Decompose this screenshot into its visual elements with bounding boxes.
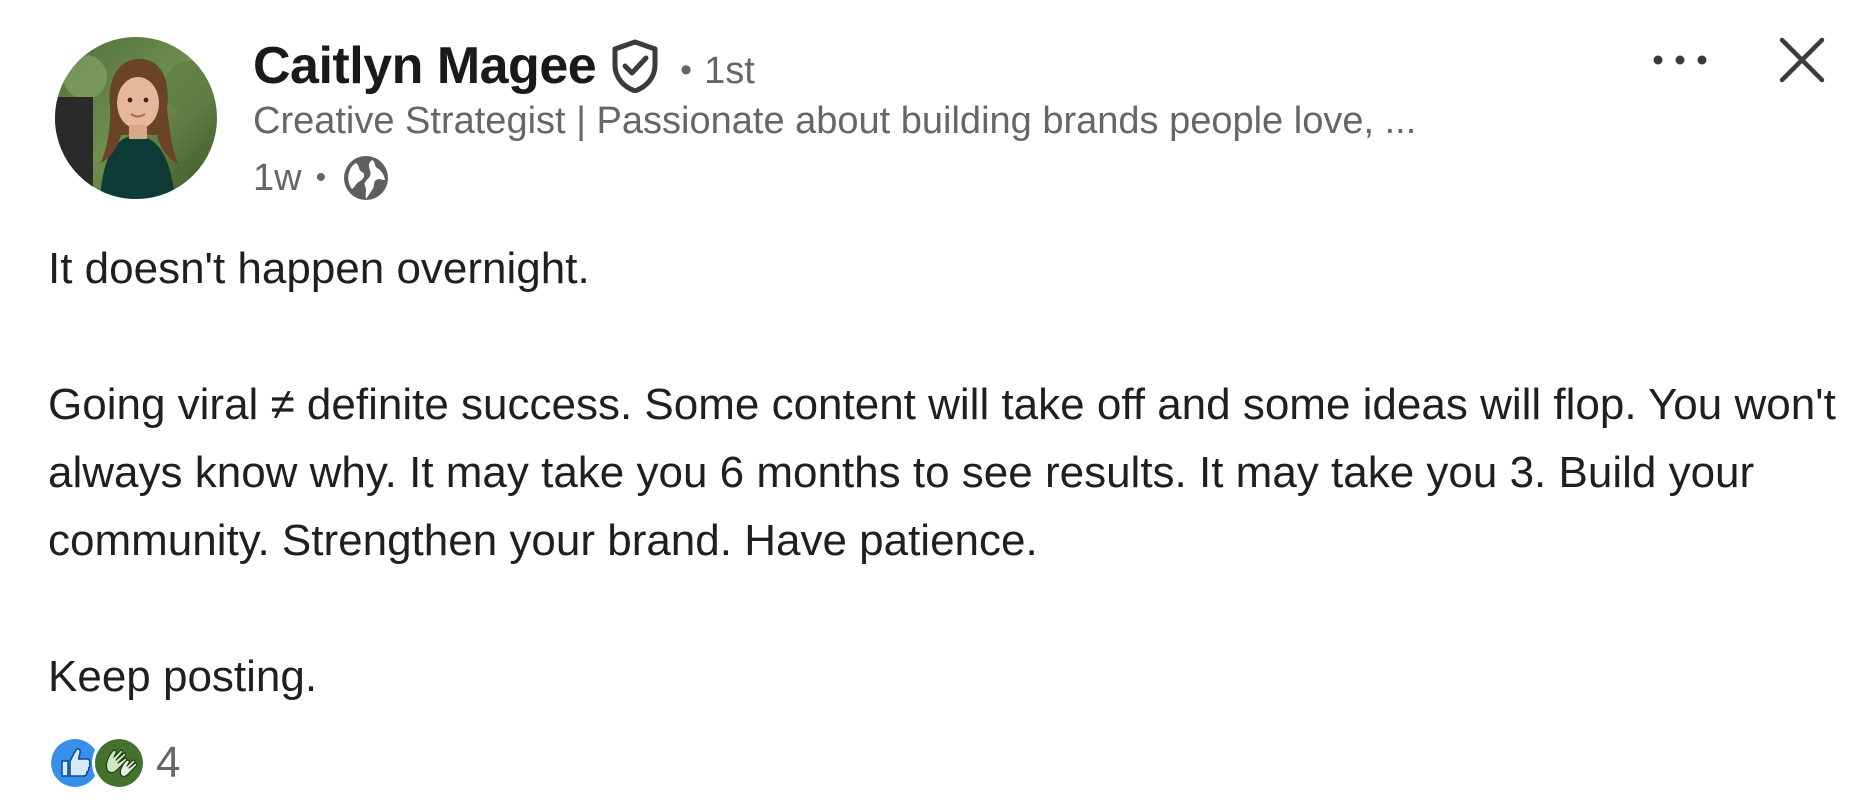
more-options-button[interactable] — [1645, 36, 1715, 84]
feed-post: Caitlyn Magee • 1st Creative Strategist … — [0, 0, 1860, 806]
author-name[interactable]: Caitlyn Magee — [253, 36, 597, 96]
profile-photo — [55, 37, 217, 199]
post-meta: 1w • — [253, 153, 390, 203]
reactions-summary[interactable]: 4 — [48, 736, 180, 790]
post-age: 1w — [253, 156, 302, 199]
connection-degree: 1st — [704, 49, 755, 92]
author-headline: Creative Strategist | Passionate about b… — [253, 100, 1417, 142]
post-paragraph: It doesn't happen overnight. — [48, 244, 590, 293]
close-icon — [1779, 37, 1825, 83]
celebrate-reaction-icon — [92, 736, 146, 790]
post-text: It doesn't happen overnight. Going viral… — [48, 235, 1838, 711]
post-paragraph: Going viral ≠ definite success. Some con… — [48, 380, 1836, 565]
author-name-row: Caitlyn Magee • 1st — [253, 34, 755, 98]
reaction-count: 4 — [156, 738, 181, 787]
post-paragraph: Keep posting. — [48, 652, 318, 701]
meta-separator: • — [315, 161, 327, 194]
ellipsis-icon — [1653, 55, 1707, 65]
author-avatar[interactable] — [55, 37, 217, 199]
verified-shield-icon — [610, 39, 660, 93]
name-separator: • — [680, 50, 693, 89]
globe-icon — [342, 154, 390, 202]
close-button[interactable] — [1776, 34, 1828, 86]
